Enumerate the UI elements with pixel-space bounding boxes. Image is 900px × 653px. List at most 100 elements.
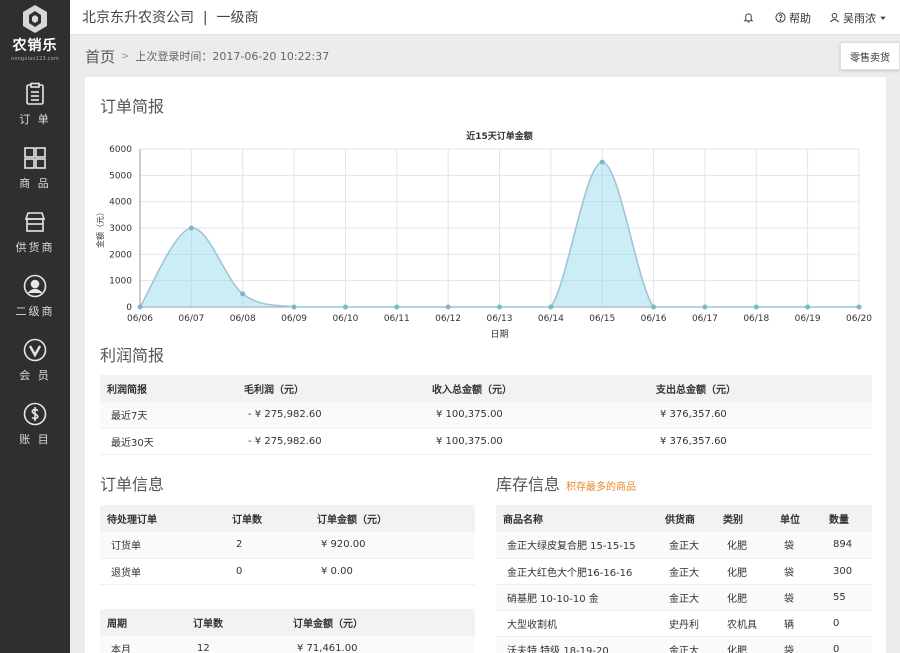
stock-subtitle: 积存最多的商品: [566, 482, 637, 493]
x-tick-label: 06/16: [641, 314, 667, 324]
top-bar: 北京东升农资公司 | 一级商 帮助 吴雨浓: [70, 0, 900, 35]
last-login-time: 上次登录时间：2017-06-20 10:22:37: [135, 50, 330, 63]
nav-item-orders[interactable]: 订 单: [0, 72, 70, 136]
column-header: 支出总金额（元）: [649, 375, 872, 402]
table-cell: ¥ 920.00: [310, 532, 475, 559]
notification-button[interactable]: [743, 12, 757, 23]
table-cell: 农机具: [716, 610, 773, 637]
column-header: 单位: [773, 505, 822, 532]
x-tick-label: 06/08: [230, 314, 256, 324]
y-tick-label: 1000: [109, 277, 132, 287]
table-cell: 袋: [773, 558, 822, 585]
table-cell: 300: [822, 558, 872, 585]
nav-label: 账 目: [19, 432, 51, 446]
y-axis-label: 金额（元）: [95, 208, 105, 248]
bell-icon: [743, 13, 754, 23]
x-tick-label: 06/19: [795, 314, 821, 324]
data-point: [599, 159, 605, 165]
x-tick-label: 06/07: [178, 314, 204, 324]
stock-row: 金正大红色大个肥16-16-16 金正大 化肥袋 300: [496, 558, 872, 585]
column-header: 供货商: [658, 505, 716, 532]
y-tick-label: 3000: [109, 224, 132, 234]
nav-item-members[interactable]: 会 员: [0, 328, 70, 392]
sidebar: 农销乐 nongxiao123.com 订 单 商 品 供货商 二级商 会 员 …: [0, 0, 70, 653]
data-point: [394, 304, 400, 310]
x-tick-label: 06/09: [281, 314, 307, 324]
table-cell: 0: [822, 636, 872, 653]
user-icon: [829, 12, 840, 23]
table-cell: 化肥: [716, 584, 773, 611]
stock-info-title: 库存信息 积存最多的商品: [496, 471, 636, 495]
stock-row: 沃夫特 特级 18-19-20 金正大 化肥袋 0: [496, 636, 872, 653]
y-tick-label: 2000: [109, 250, 132, 260]
column-header: 收入总金额（元）: [425, 375, 649, 402]
nav-item-accounts[interactable]: 账 目: [0, 392, 70, 456]
column-header: 待处理订单: [100, 505, 225, 532]
x-tick-label: 06/13: [487, 314, 513, 324]
stock-row: 大型收割机 史丹利 农机具辆 0: [496, 610, 872, 637]
breadcrumb-home[interactable]: 首页: [85, 46, 115, 67]
user-menu[interactable]: 吴雨浓: [829, 10, 890, 26]
table-cell: 化肥: [716, 636, 773, 653]
nav-item-products[interactable]: 商 品: [0, 136, 70, 200]
table-cell: 0: [822, 610, 872, 637]
table-cell: 化肥: [716, 558, 773, 585]
table-cell: 大型收割机: [496, 610, 658, 637]
x-tick-label: 06/20: [846, 314, 872, 324]
help-link[interactable]: 帮助: [775, 10, 811, 26]
retail-sale-button[interactable]: 零售卖货: [840, 42, 900, 70]
column-header: 周期: [100, 609, 186, 636]
table-cell: ¥ 100,375.00: [425, 402, 649, 429]
nav-item-dealers[interactable]: 二级商: [0, 264, 70, 328]
column-header: 类别: [716, 505, 773, 532]
table-cell: ¥ 71,461.00: [286, 636, 475, 653]
table-cell: 55: [822, 584, 872, 611]
table-cell: 金正大: [658, 532, 716, 559]
column-header: 订单数: [225, 505, 310, 532]
order-amount-chart: 近15天订单金额 0 1000 2000 3000 4000 5000 6000 06/06 06…: [95, 130, 872, 340]
table-cell: 本月: [100, 636, 186, 653]
x-tick-label: 06/10: [332, 314, 358, 324]
vip-icon: [23, 338, 47, 361]
table-cell: 辆: [773, 610, 822, 637]
nav-label: 二级商: [15, 304, 55, 318]
profit-brief-title: 利润简报: [100, 346, 165, 365]
user-name: 吴雨浓: [843, 11, 876, 25]
breadcrumb: 首页 > 上次登录时间：2017-06-20 10:22:37 零售卖货: [70, 35, 900, 77]
table-cell: 沃夫特 特级 18-19-20: [496, 636, 658, 653]
profit-table: 利润简报 毛利润（元） 收入总金额（元） 支出总金额（元） 最近7天 - ¥ 275,9…: [100, 375, 872, 455]
table-cell: 金正大: [658, 636, 716, 653]
x-tick-label: 06/11: [384, 314, 410, 324]
help-label: 帮助: [789, 11, 811, 25]
brand-logo[interactable]: 农销乐 nongxiao123.com: [0, 0, 70, 72]
table-cell: 金正大: [658, 558, 716, 585]
x-tick-label: 06/06: [127, 314, 153, 324]
data-point: [240, 291, 246, 297]
y-tick-label: 6000: [109, 145, 132, 155]
x-tick-label: 06/17: [692, 314, 718, 324]
chart-title: 近15天订单金额: [466, 130, 533, 142]
table-cell: 袋: [773, 636, 822, 653]
nav-item-suppliers[interactable]: 供货商: [0, 200, 70, 264]
dashboard-panel: 订单简报 近15天订单金额 0 1000 2000 3000 4000 5000 6000 06…: [85, 77, 886, 653]
stock-row: 硝基肥 10-10-10 金金正大 化肥袋 55: [496, 584, 872, 611]
x-axis-label: 日期: [490, 329, 508, 340]
table-cell: ¥ 376,357.60: [649, 402, 872, 429]
table-cell: ¥ 0.00: [310, 558, 475, 585]
pending-orders-table: 待处理订单 订单数 订单金额（元） 订货单 2 ¥ 920.00 退货单 0 ¥ 0.00: [100, 505, 475, 585]
chevron-down-icon: [880, 16, 886, 20]
company-title: 北京东升农资公司 | 一级商: [82, 10, 259, 26]
nav-label: 商 品: [19, 176, 51, 190]
nav-label: 供货商: [15, 240, 55, 254]
data-point: [137, 304, 143, 310]
brand-name: 农销乐: [12, 38, 58, 54]
table-cell: 2: [225, 532, 310, 559]
table-cell: 894: [822, 532, 872, 559]
table-cell: 化肥: [716, 532, 773, 559]
y-tick-label: 0: [126, 303, 132, 313]
column-header: 数量: [822, 505, 872, 532]
table-cell: 金正大: [658, 584, 716, 611]
table-cell: 袋: [773, 584, 822, 611]
table-cell: - ¥ 275,982.60: [237, 428, 425, 455]
table-cell: 硝基肥 10-10-10 金: [496, 584, 658, 611]
